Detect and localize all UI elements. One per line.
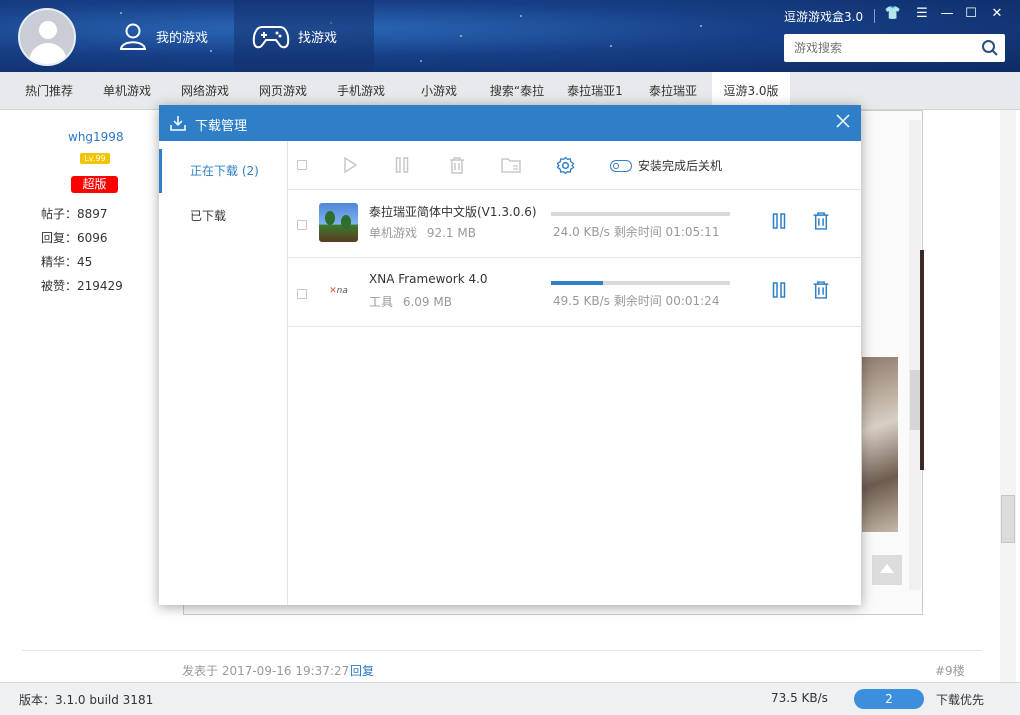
download-icon — [170, 116, 186, 131]
item-name: XNA Framework 4.0 — [369, 272, 488, 286]
tab-hot[interactable]: 热门推荐 — [10, 72, 88, 110]
start-icon[interactable] — [343, 157, 357, 173]
progress-bar — [551, 212, 730, 216]
search-box — [784, 34, 1005, 62]
pause-icon[interactable] — [772, 213, 786, 229]
maximize-icon[interactable]: ☐ — [961, 6, 981, 21]
search-icon[interactable] — [981, 39, 999, 57]
nav-my-games-label: 我的游戏 — [156, 30, 209, 46]
delete-all-icon[interactable] — [449, 157, 465, 174]
item-status: 24.0 KB/s 剩余时间 01:05:11 — [553, 225, 720, 239]
avatar[interactable] — [18, 8, 76, 66]
item-checkbox[interactable] — [297, 289, 307, 299]
item-name: 泰拉瑞亚简体中文版(V1.3.0.6) — [369, 205, 537, 219]
user-icon — [119, 23, 147, 50]
stat-replies: 回复：6096 — [41, 231, 108, 245]
item-status: 49.5 KB/s 剩余时间 00:01:24 — [553, 294, 720, 308]
side-item-downloaded[interactable]: 已下载 — [159, 194, 288, 238]
stat-posts: 帖子：8897 — [41, 207, 108, 221]
reply-link[interactable]: 回复 — [350, 662, 374, 679]
download-count-button[interactable]: 2 — [854, 689, 924, 709]
settings-gear-icon[interactable] — [556, 156, 575, 175]
app-brand: 逗游游戏盒3.0 — [784, 10, 864, 24]
download-speed: 73.5 KB/s — [771, 691, 828, 705]
shutdown-label: 安装完成后关机 — [638, 159, 723, 173]
terraria-game-icon — [319, 203, 358, 242]
xna-logo-icon: ✕na — [329, 286, 348, 296]
close-icon[interactable]: ✕ — [987, 6, 1007, 21]
download-toolbar: 安装完成后关机 — [288, 141, 861, 190]
minimize-icon[interactable]: — — [937, 6, 957, 21]
open-folder-icon[interactable] — [501, 157, 521, 173]
page-scrollbar[interactable] — [1000, 110, 1016, 682]
item-checkbox[interactable] — [297, 220, 307, 230]
role-badge: 超版 — [71, 176, 118, 193]
progress-bar — [551, 281, 730, 285]
post-time: 发表于 2017-09-16 19:37:27 — [182, 664, 350, 678]
item-category: 单机游戏 — [369, 226, 418, 240]
post-username[interactable]: whg1998 — [68, 130, 124, 144]
side-item-downloading[interactable]: 正在下载 (2) — [159, 149, 288, 193]
item-category: 工具 — [369, 295, 394, 309]
back-to-top-button[interactable] — [872, 555, 902, 585]
item-size: 6.09 MB — [402, 295, 452, 309]
dialog-close-icon[interactable] — [835, 113, 851, 129]
dialog-title: 下载管理 — [195, 119, 248, 134]
stat-essence: 精华：45 — [41, 255, 93, 269]
skin-icon[interactable]: 👕 — [883, 6, 903, 21]
nav-find-games-label: 找游戏 — [298, 30, 338, 46]
item-size: 92.1 MB — [426, 226, 476, 240]
menu-icon[interactable]: ☰ — [912, 6, 932, 21]
delete-icon[interactable] — [812, 212, 830, 230]
toggle-switch[interactable] — [610, 159, 632, 172]
download-manager-dialog: 下载管理 正在下载 (2) 已下载 安装完成后关机 泰拉瑞亚简体中文版(V1.3… — [159, 105, 861, 605]
pause-icon[interactable] — [772, 282, 786, 298]
search-input[interactable] — [784, 34, 974, 62]
dialog-sidebar: 正在下载 (2) 已下载 — [159, 141, 288, 605]
nav-my-games[interactable]: 我的游戏 — [100, 0, 234, 72]
shutdown-after-install-toggle[interactable]: 安装完成后关机 — [610, 157, 722, 174]
pause-all-icon[interactable] — [395, 157, 409, 173]
gamepad-icon — [252, 26, 290, 49]
download-item: 泰拉瑞亚简体中文版(V1.3.0.6) 单机游戏 92.1 MB 24.0 KB… — [288, 188, 861, 258]
header-bar: 我的游戏 找游戏 逗游游戏盒3.0 👕 ☰ — ☐ ✕ — [0, 0, 1020, 72]
post-image — [862, 357, 898, 532]
select-all-checkbox[interactable] — [297, 160, 307, 170]
stat-likes: 被赞：219429 — [41, 279, 123, 293]
floor-number: #9楼 — [935, 664, 965, 678]
dialog-header: 下载管理 — [159, 105, 861, 141]
tab-single[interactable]: 单机游戏 — [88, 72, 166, 110]
delete-icon[interactable] — [812, 281, 830, 299]
level-badge: Lv.99 — [80, 153, 110, 164]
download-priority[interactable]: 下载优先 — [936, 691, 984, 708]
status-bar: 版本：3.1.0 build 3181 73.5 KB/s 2 下载优先 — [0, 682, 1020, 715]
download-item: ✕na XNA Framework 4.0 工具 6.09 MB 49.5 KB… — [288, 257, 861, 327]
nav-find-games[interactable]: 找游戏 — [234, 0, 374, 72]
version-text: 版本：3.1.0 build 3181 — [19, 693, 154, 707]
